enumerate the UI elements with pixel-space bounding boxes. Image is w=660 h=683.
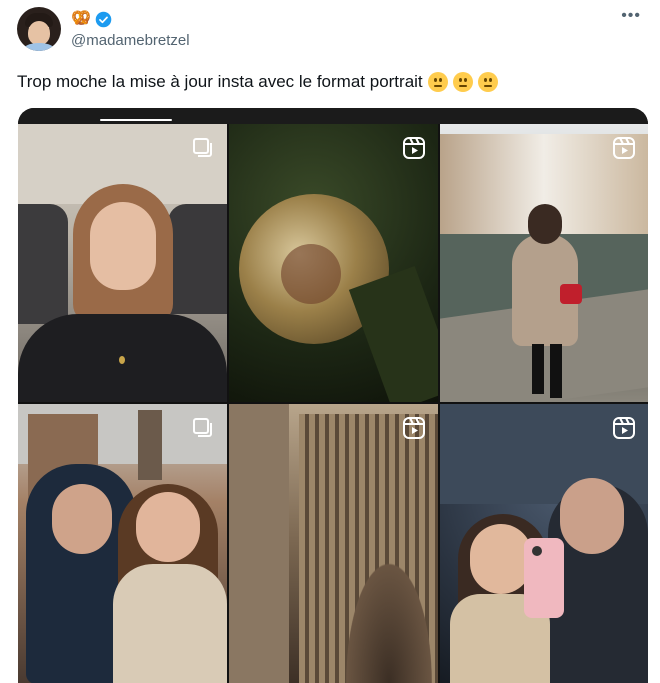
grid-tile-cathedral-facade[interactable]	[229, 404, 438, 683]
tweet-header: 🥨 @madamebretzel •••	[17, 7, 647, 53]
neutral-face-emoji-1	[427, 72, 448, 92]
avatar[interactable]	[17, 7, 61, 51]
tweet-text: Trop moche la mise à jour insta avec le …	[17, 70, 498, 94]
grid-tile-canal-walk[interactable]	[440, 124, 648, 402]
more-icon[interactable]: •••	[621, 8, 641, 24]
tab-indicator	[100, 119, 172, 121]
badges: 🥨	[71, 10, 112, 28]
media-screenshot[interactable]	[18, 108, 648, 683]
user-handle[interactable]: @madamebretzel	[71, 32, 190, 49]
grid-tile-christmas-ornament[interactable]	[229, 124, 438, 402]
pretzel-icon: 🥨	[71, 10, 91, 27]
neutral-face-emoji-3	[477, 72, 498, 92]
reel-icon	[403, 417, 425, 439]
media-topbar	[18, 108, 648, 124]
grid-tile-mirror-selfie[interactable]	[440, 404, 648, 683]
reel-icon	[613, 137, 635, 159]
carousel-icon	[193, 418, 212, 437]
verified-icon	[95, 11, 112, 27]
grid-tile-selfie-car[interactable]	[18, 124, 227, 402]
tweet-text-content: Trop moche la mise à jour insta avec le …	[17, 72, 423, 91]
neutral-face-emoji-2	[452, 72, 473, 92]
reel-icon	[403, 137, 425, 159]
reel-icon	[613, 417, 635, 439]
grid-tile-couple-selfie[interactable]	[18, 404, 227, 683]
carousel-icon	[193, 138, 212, 157]
